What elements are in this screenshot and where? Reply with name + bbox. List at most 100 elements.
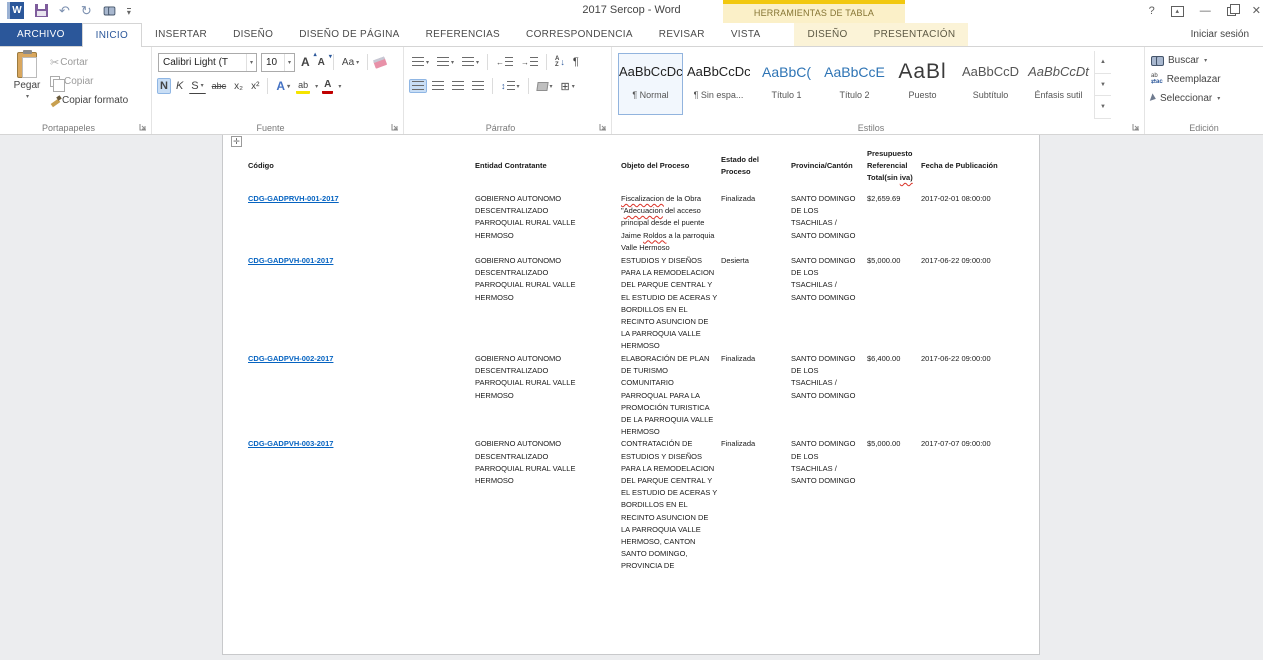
font-dialog-launcher-icon[interactable] xyxy=(391,123,400,132)
style-chip[interactable]: AaBl Puesto xyxy=(890,53,955,115)
font-family-caret-icon[interactable]: ▾ xyxy=(246,54,256,71)
format-painter-button[interactable]: Copiar formato xyxy=(48,92,130,108)
borders-button[interactable]: ⊞▾ xyxy=(559,79,577,94)
find-button[interactable]: Buscar ▾ xyxy=(1151,52,1259,68)
align-right-button[interactable] xyxy=(450,80,466,92)
codigo-link[interactable]: CDG-GADPVH-001-2017 xyxy=(248,256,333,265)
font-family-select[interactable]: Calibri Light (T ▾ xyxy=(158,53,257,72)
minimize-icon[interactable]: — xyxy=(1200,6,1211,17)
decrease-indent-button[interactable]: ← xyxy=(494,56,515,68)
ribbon-tab[interactable]: REVISAR xyxy=(646,23,718,46)
codigo-link[interactable]: CDG-GADPVH-003-2017 xyxy=(248,439,333,448)
clear-formatting-icon[interactable] xyxy=(373,56,387,69)
subscript-button[interactable]: x₂ xyxy=(232,80,245,93)
increase-indent-button[interactable]: → xyxy=(519,56,540,68)
contextual-tab[interactable]: PRESENTACIÓN xyxy=(861,23,969,46)
show-marks-button[interactable]: ¶ xyxy=(571,55,581,69)
ribbon-tab[interactable]: VISTA xyxy=(718,23,774,46)
font-color-caret-icon[interactable]: ▾ xyxy=(338,83,341,90)
codigo-link[interactable]: CDG-GADPVH-002-2017 xyxy=(248,354,333,363)
select-caret-icon[interactable]: ▾ xyxy=(1217,95,1220,102)
ribbon-tab[interactable]: REFERENCIAS xyxy=(413,23,513,46)
contextual-tab[interactable]: DISEÑO xyxy=(794,23,860,46)
redo-icon[interactable]: ↻ xyxy=(81,4,92,17)
cut-button[interactable]: ✂ Cortar xyxy=(48,54,130,70)
find-icon[interactable] xyxy=(103,6,115,14)
style-chip[interactable]: AaBbCcDc ¶ Sin espa... xyxy=(686,53,751,115)
shrink-font-button[interactable]: A▾ xyxy=(316,56,327,69)
replace-button[interactable]: ab⇄ac Reemplazar xyxy=(1151,71,1259,87)
ribbon-tab[interactable]: INSERTAR xyxy=(142,23,220,46)
clipboard-dialog-launcher-icon[interactable] xyxy=(139,123,148,132)
paste-caret-icon[interactable]: ▾ xyxy=(26,93,29,100)
numbering-button[interactable]: ▾ xyxy=(435,56,456,68)
numbering-caret-icon[interactable]: ▾ xyxy=(451,59,454,66)
shading-caret-icon[interactable]: ▾ xyxy=(550,83,553,90)
ribbon-tab[interactable]: DISEÑO xyxy=(220,23,286,46)
styles-scroll-down-icon[interactable]: ▼ xyxy=(1095,74,1111,97)
tab-archivo[interactable]: ARCHIVO xyxy=(0,23,82,46)
justify-button[interactable] xyxy=(470,80,486,92)
paste-button[interactable]: Pegar ▾ xyxy=(6,52,48,119)
multilevel-list-button[interactable]: ▾ xyxy=(460,56,481,68)
multilevel-caret-icon[interactable]: ▾ xyxy=(476,59,479,66)
sort-button[interactable]: AZ ↓ xyxy=(553,55,567,69)
styles-more-icon[interactable]: ▼ xyxy=(1095,96,1111,119)
align-center-button[interactable] xyxy=(430,80,446,92)
text-effects-button[interactable]: A▾ xyxy=(274,78,292,94)
align-left-button[interactable] xyxy=(410,80,426,92)
highlight-button[interactable]: ab xyxy=(296,79,310,94)
underline-caret-icon[interactable]: ▾ xyxy=(201,82,204,89)
text-effects-caret-icon[interactable]: ▾ xyxy=(287,83,290,90)
highlight-caret-icon[interactable]: ▾ xyxy=(315,83,318,90)
line-spacing-button[interactable]: ↕▾ xyxy=(499,80,522,92)
font-size-caret-icon[interactable]: ▾ xyxy=(284,54,294,71)
font-color-button[interactable]: A xyxy=(322,78,333,94)
bullets-button[interactable]: ▾ xyxy=(410,56,431,68)
cell-provincia: SANTO DOMINGO DE LOS TSACHILAS / SANTO D… xyxy=(791,438,867,487)
restore-icon[interactable] xyxy=(1227,7,1236,16)
help-icon[interactable]: ? xyxy=(1149,6,1155,17)
ribbon-tab[interactable]: CORRESPONDENCIA xyxy=(513,23,646,46)
style-chip[interactable]: AaBbCcD Subtítulo xyxy=(958,53,1023,115)
multilevel-list-icon xyxy=(462,57,474,67)
change-case-button[interactable]: Aa▾ xyxy=(340,56,361,69)
italic-button[interactable]: K xyxy=(174,79,185,93)
strikethrough-button[interactable]: abc xyxy=(210,80,229,92)
document-page[interactable]: ✛ CódigoEntidad ContratanteObjeto del Pr… xyxy=(222,135,1040,655)
shading-button[interactable]: ▾ xyxy=(535,81,555,92)
style-chip[interactable]: AaBbCcDt Énfasis sutil xyxy=(1026,53,1091,115)
bold-button[interactable]: N xyxy=(158,79,170,93)
close-icon[interactable]: ✕ xyxy=(1252,6,1261,17)
save-icon[interactable] xyxy=(35,4,48,17)
table-move-handle-icon[interactable]: ✛ xyxy=(231,136,242,147)
underline-button[interactable]: S▾ xyxy=(189,79,205,94)
font-size-select[interactable]: 10 ▾ xyxy=(261,53,295,72)
copy-button[interactable]: Copiar xyxy=(48,73,130,89)
window-controls: ? ▴ — ✕ xyxy=(1149,0,1261,23)
style-chip[interactable]: AaBbC( Título 1 xyxy=(754,53,819,115)
select-button[interactable]: Seleccionar ▾ xyxy=(1151,90,1259,106)
grow-font-button[interactable]: A▴ xyxy=(299,54,312,70)
tab-inicio-active[interactable]: INICIO xyxy=(82,23,142,47)
ribbon-display-options-icon[interactable]: ▴ xyxy=(1171,6,1184,17)
style-chip[interactable]: AaBbCcDc ¶ Normal xyxy=(618,53,683,115)
find-caret-icon[interactable]: ▾ xyxy=(1204,57,1207,64)
undo-icon[interactable]: ↶ xyxy=(59,4,70,17)
codigo-link[interactable]: CDG-GADPRVH-001-2017 xyxy=(248,194,339,203)
styles-dialog-launcher-icon[interactable] xyxy=(1132,123,1141,132)
cell-provincia: SANTO DOMINGO DE LOS TSACHILAS / SANTO D… xyxy=(791,193,867,242)
sign-in-link[interactable]: Iniciar sesión xyxy=(1191,23,1263,46)
word-logo-icon[interactable]: W xyxy=(7,2,24,19)
superscript-button[interactable]: x² xyxy=(249,80,261,93)
line-spacing-caret-icon[interactable]: ▾ xyxy=(517,83,520,90)
replace-icon: ab⇄ac xyxy=(1151,73,1163,85)
cell-entidad: GOBIERNO AUTONOMO DESCENTRALIZADO PARROQ… xyxy=(475,255,621,304)
customize-qat-icon[interactable]: ▾ xyxy=(127,8,131,17)
styles-scroll-up-icon[interactable]: ▲ xyxy=(1095,51,1111,74)
style-chip[interactable]: AaBbCcE Título 2 xyxy=(822,53,887,115)
bullets-caret-icon[interactable]: ▾ xyxy=(426,59,429,66)
paragraph-dialog-launcher-icon[interactable] xyxy=(599,123,608,132)
borders-caret-icon[interactable]: ▾ xyxy=(572,83,575,90)
ribbon-tab[interactable]: DISEÑO DE PÁGINA xyxy=(286,23,412,46)
